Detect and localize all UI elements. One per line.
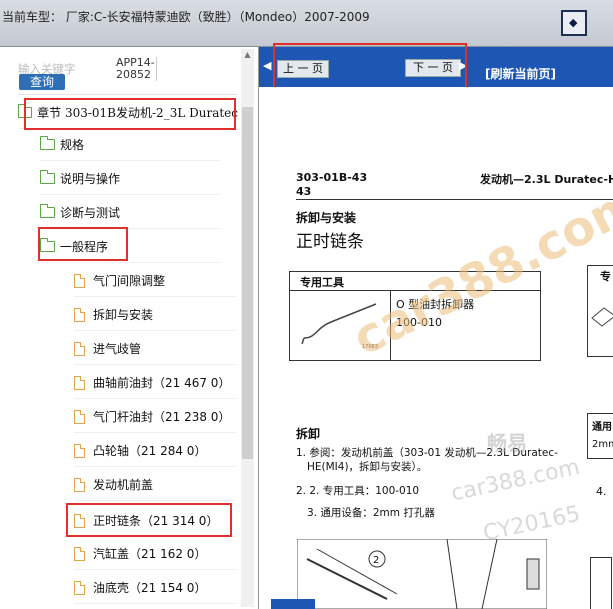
tree-doc-item[interactable]: 进气歧管 [74, 333, 236, 365]
doc-section: 拆卸与安装 [296, 211, 357, 225]
search-input[interactable]: APP14- 20852 [116, 57, 157, 81]
watermark-url: car388.com [449, 454, 582, 507]
tools-header-label: 专用工具 [300, 276, 344, 289]
tree-item-label: 拆卸与安装 [93, 308, 154, 322]
removal-step-1-cont: HE(MI4)，拆卸与安装）。 [307, 461, 428, 473]
tree-item-label: 汽缸盖（21 162 0） [93, 547, 207, 561]
document-icon [74, 273, 85, 288]
highlight-box [66, 503, 232, 537]
document-icon [74, 546, 85, 561]
removal-step-2: 2. 2. 专用工具：100-010 [296, 485, 420, 497]
general-equipment-value: 2mm [592, 439, 613, 450]
step-number-4: 4. [596, 485, 607, 498]
tree-item-label: 进气歧管 [93, 342, 142, 356]
tree-item-label: 诊断与测试 [60, 206, 121, 220]
tree-doc-item[interactable]: 发动机前盖 [74, 469, 236, 501]
tool-illustration-2 [591, 307, 613, 327]
folder-icon [39, 170, 55, 184]
tree-doc-item[interactable]: 气门间隙调整 [74, 265, 236, 297]
general-equipment-label: 通用 [592, 422, 612, 433]
tree-item-label: 油底壳（21 154 0） [93, 581, 207, 595]
highlight-box [38, 227, 128, 261]
navigation-panel: 输入关键字 APP14- 20852 查询 章节 303-01B发动机-2_3L… [0, 47, 258, 609]
scroll-up-icon[interactable]: ▲ [241, 49, 254, 61]
document-icon [74, 307, 85, 322]
tools-header-label-2: 专 [600, 270, 611, 283]
removal-step-3: 3. 通用设备：2mm 打孔器 [307, 507, 435, 519]
toolbar-toggle-button[interactable]: ◆ [561, 10, 587, 36]
vehicle-model-title: 当前车型： 厂家:C-长安福特蒙迪欧（致胜）（Mondeo）2007-2009 [2, 10, 370, 24]
scrollbar-thumb[interactable] [242, 107, 253, 459]
removal-heading: 拆卸 [296, 427, 321, 441]
diamond-icon: ◆ [569, 16, 578, 29]
refresh-page-link[interactable]: [刷新当前页] [485, 65, 556, 82]
title-bar: 当前车型： 厂家:C-长安福特蒙迪欧（致胜）（Mondeo）2007-2009 … [0, 0, 613, 47]
tree-doc-item[interactable]: 油底壳（21 154 0） [74, 572, 236, 604]
document-icon [74, 580, 85, 595]
tree-doc-item[interactable]: 拆卸与安装 [74, 299, 236, 331]
tree-item-label: 发动机前盖 [93, 478, 154, 492]
figure-callout: 2 [373, 555, 379, 566]
procedure-figure-2 [590, 557, 612, 609]
general-equipment-table: 通用 2mm [587, 413, 613, 459]
tree-doc-item[interactable]: 凸轮轴（21 284 0） [74, 435, 236, 467]
manual-page: 303-01B-43 43 发动机—2.3L Duratec-H 拆卸与安装 正… [259, 87, 613, 609]
tree-item-label: 气门间隙调整 [93, 274, 166, 288]
watermark-cn: 畅易 [487, 431, 527, 455]
tree-item-specifications[interactable]: 规格 [39, 129, 220, 161]
tree-item-label: 气门杆油封（21 238 0） [93, 410, 231, 424]
document-icon [74, 477, 85, 492]
document-icon [74, 443, 85, 458]
procedure-figure: 2 [297, 539, 547, 609]
page-footer-tab [271, 599, 315, 609]
tree-item-description[interactable]: 说明与操作 [39, 163, 220, 195]
tree-item-label: 规格 [60, 138, 85, 152]
document-icon [74, 375, 85, 390]
folder-icon [39, 204, 55, 218]
divider [18, 94, 238, 95]
doc-code: 303-01B-43 [296, 171, 368, 184]
query-button[interactable]: 查询 [19, 74, 65, 90]
search-value-line2: 20852 [116, 68, 151, 81]
highlight-box [273, 43, 467, 90]
tree-item-label: 曲轴前油封（21 467 0） [93, 376, 231, 390]
tree-item-label: 凸轮轴（21 284 0） [93, 444, 207, 458]
tree-doc-item[interactable]: 曲轴前油封（21 467 0） [74, 367, 236, 399]
document-icon [74, 341, 85, 356]
header-rule [296, 199, 613, 200]
document-viewer: ◀ 上 一 页 下 一 页 ▶ [刷新当前页] 303-01B-43 43 发动… [258, 43, 613, 609]
tree-doc-item[interactable]: 汽缸盖（21 162 0） [74, 538, 236, 570]
doc-header-right: 发动机—2.3L Duratec-H [480, 173, 613, 186]
tree-item-diagnosis[interactable]: 诊断与测试 [39, 197, 220, 229]
document-icon [74, 409, 85, 424]
tree-item-label: 说明与操作 [60, 172, 121, 186]
folder-icon [39, 136, 55, 150]
special-tools-table-2: 专 [587, 265, 613, 357]
doc-code-page: 43 [296, 185, 312, 198]
tree-scrollbar[interactable]: ▲ [241, 49, 254, 607]
tree-doc-item[interactable]: 气门杆油封（21 238 0） [74, 401, 236, 433]
arrow-left-icon: ◀ [263, 59, 272, 72]
doc-title: 正时链条 [296, 232, 364, 252]
highlight-box [24, 98, 236, 130]
